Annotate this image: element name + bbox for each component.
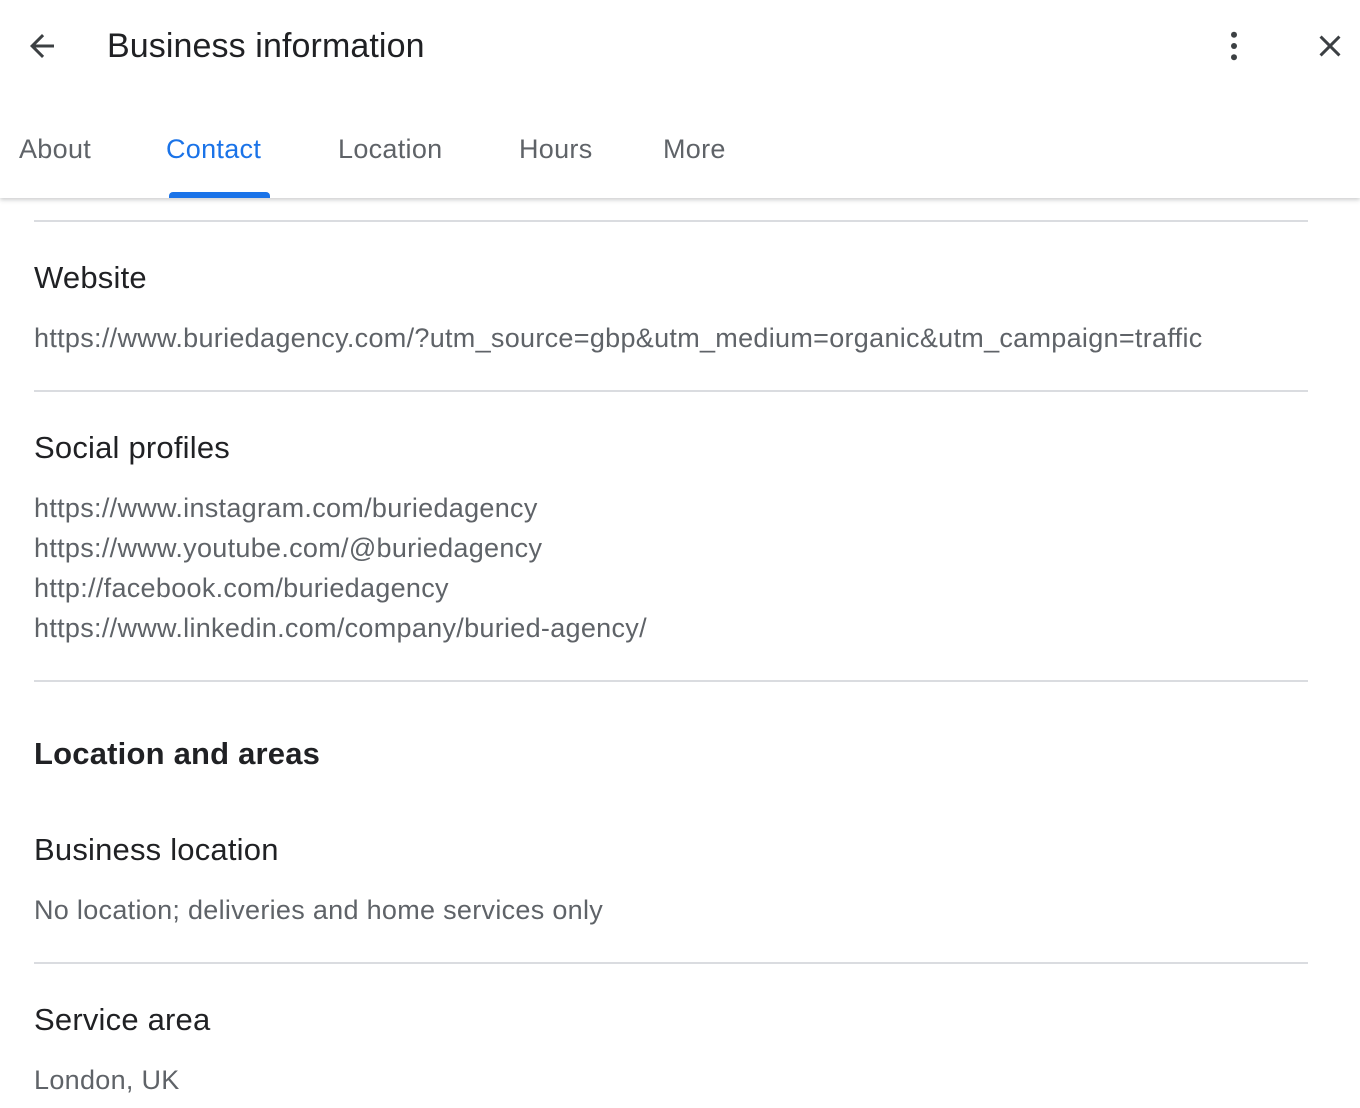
social-profile-linkedin: https://www.linkedin.com/company/buried-… — [34, 613, 647, 643]
divider — [34, 220, 1308, 222]
arrow-back-icon — [30, 34, 54, 58]
back-button[interactable] — [18, 22, 66, 70]
active-tab-indicator — [169, 192, 270, 198]
divider — [34, 962, 1308, 964]
service-area-label: Service area — [34, 1002, 211, 1037]
scroll-content[interactable]: Website https://www.buriedagency.com/?ut… — [0, 198, 1360, 1108]
tab-more[interactable]: More — [663, 118, 726, 198]
social-profile-facebook: http://facebook.com/buriedagency — [34, 573, 449, 603]
business-location-value: No location; deliveries and home service… — [34, 895, 604, 925]
close-button[interactable] — [1306, 22, 1354, 70]
tab-hours[interactable]: Hours — [519, 118, 593, 198]
tab-location[interactable]: Location — [338, 118, 442, 198]
social-profile-youtube: https://www.youtube.com/@buriedagency — [34, 533, 543, 563]
dialog-header: Business information About Contact Locat… — [0, 0, 1360, 198]
tab-bar: About Contact Location Hours More — [0, 118, 1360, 198]
more-vert-icon — [1231, 31, 1237, 61]
divider — [34, 680, 1308, 682]
website-label: Website — [34, 260, 147, 295]
tab-about[interactable]: About — [19, 118, 91, 198]
close-icon — [1319, 35, 1341, 57]
service-area-value: London, UK — [34, 1065, 180, 1095]
location-section-title: Location and areas — [34, 736, 321, 771]
business-location-label: Business location — [34, 832, 279, 867]
page-title: Business information — [107, 27, 425, 65]
more-options-button[interactable] — [1210, 22, 1258, 70]
website-value: https://www.buriedagency.com/?utm_source… — [34, 323, 1203, 353]
social-profile-instagram: https://www.instagram.com/buriedagency — [34, 493, 538, 523]
divider — [34, 390, 1308, 392]
tab-contact[interactable]: Contact — [166, 118, 261, 198]
social-profiles-label: Social profiles — [34, 430, 230, 465]
